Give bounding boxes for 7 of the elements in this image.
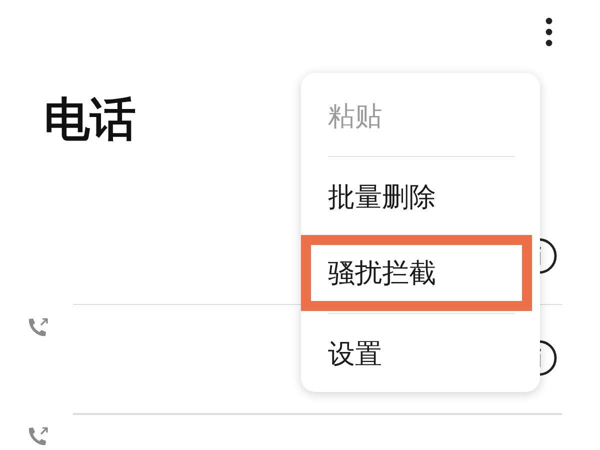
menu-item[interactable]: 骚扰拦截 — [301, 235, 532, 311]
outgoing-call-icon — [26, 426, 50, 448]
outgoing-call-icon — [26, 317, 50, 339]
menu-item[interactable]: 设置 — [301, 316, 540, 392]
more-icon[interactable] — [545, 17, 553, 47]
menu-item[interactable]: 批量删除 — [301, 159, 540, 235]
page-title: 电话 — [44, 96, 136, 142]
